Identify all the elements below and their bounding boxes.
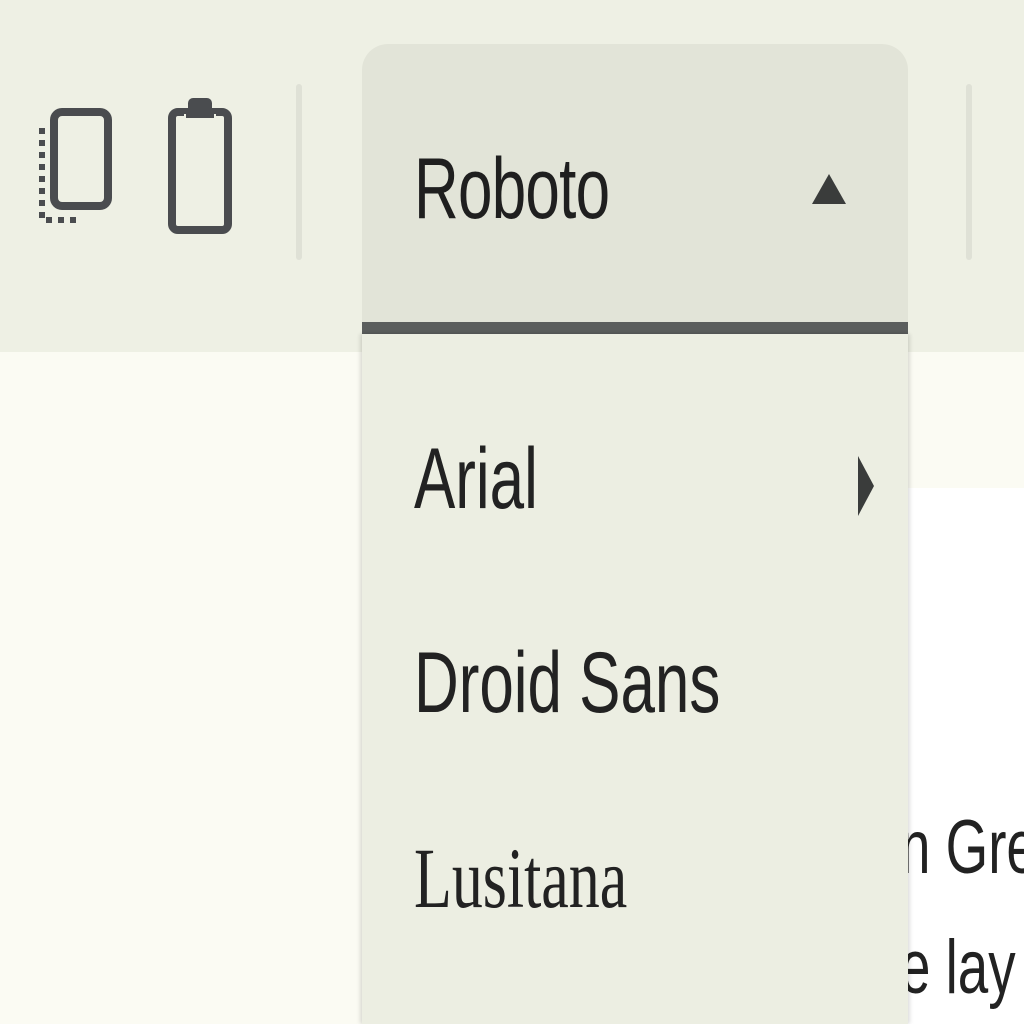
font-family-menu: Arial Droid Sans Lusitana: [362, 334, 908, 1024]
document-page[interactable]: n Greg e lay c: [908, 488, 1024, 1024]
menu-item-label: Droid Sans: [414, 635, 721, 731]
toolbar: Roboto: [0, 0, 1024, 352]
document-text-line: e lay c: [908, 925, 1024, 1010]
chevron-right-icon: [858, 456, 874, 516]
paste-button[interactable]: [160, 92, 240, 242]
caret-up-icon: [812, 174, 846, 204]
font-select-value: Roboto: [414, 141, 610, 237]
menu-item-droid-sans[interactable]: Droid Sans: [414, 634, 874, 764]
document-text-line: n Greg: [908, 805, 1024, 890]
copy-icon: [39, 108, 112, 223]
toolbar-divider: [296, 84, 302, 260]
toolbar-divider: [966, 84, 972, 260]
clipboard-icon: [168, 98, 232, 234]
menu-item-label: Arial: [414, 431, 538, 527]
menu-item-label: Lusitana: [414, 830, 628, 926]
font-family-select[interactable]: Roboto: [362, 44, 908, 334]
menu-item-lusitana[interactable]: Lusitana: [414, 828, 874, 958]
copy-format-button[interactable]: [36, 92, 116, 242]
menu-item-arial[interactable]: Arial: [414, 430, 874, 560]
